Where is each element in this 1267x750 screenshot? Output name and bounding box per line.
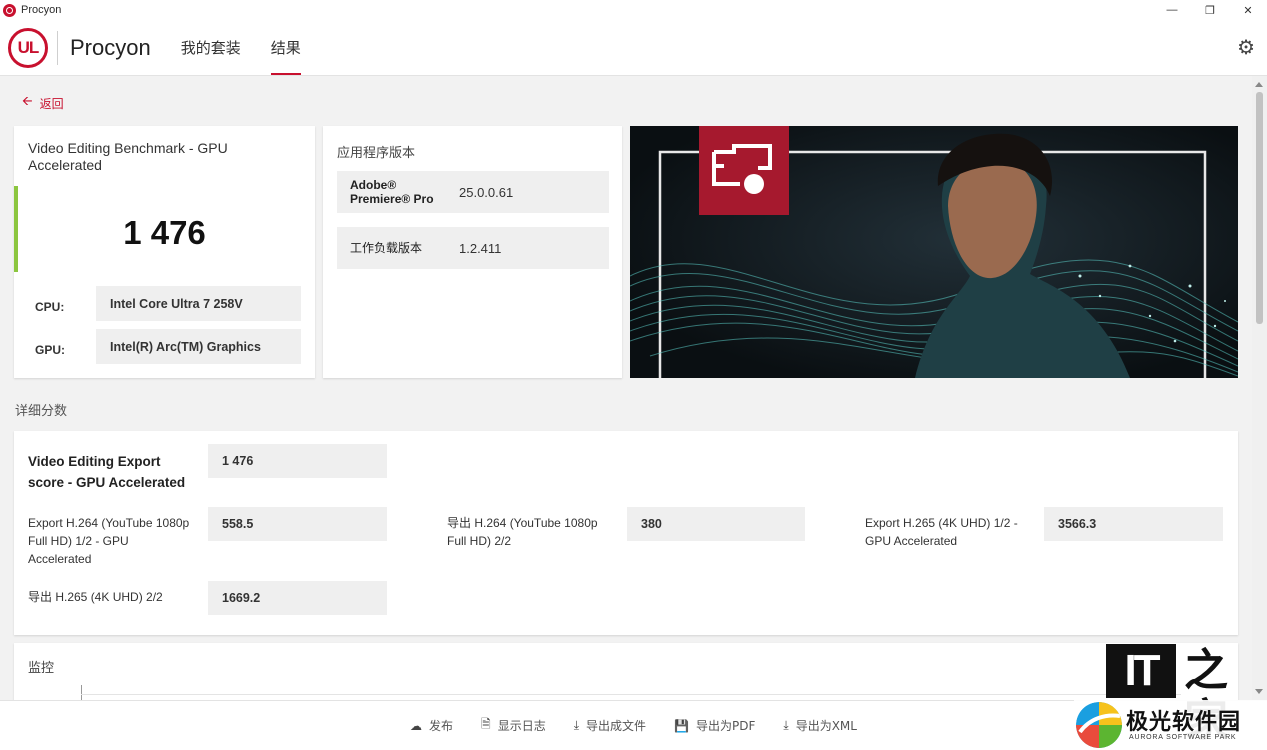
close-icon[interactable]: ✕ bbox=[1229, 0, 1267, 20]
show-log-button[interactable]: 🗎 显示日志 bbox=[481, 715, 546, 736]
export-xml-button[interactable]: ⤓ 导出为XML bbox=[783, 717, 857, 734]
cpu-label: CPU: bbox=[35, 300, 65, 314]
gpu-label: GPU: bbox=[35, 343, 65, 357]
benchmark-title: Video Editing Benchmark - GPU Accelerate… bbox=[28, 140, 228, 173]
version-row-value: 1.2.411 bbox=[459, 240, 502, 256]
logo-divider bbox=[57, 30, 58, 65]
export-xml-label: 导出为XML bbox=[795, 719, 857, 733]
back-link[interactable]: 🡨 返回 bbox=[22, 92, 64, 114]
app-version-title: 应用程序版本 bbox=[337, 146, 416, 161]
tab-my-suites[interactable]: 我的套装 bbox=[181, 20, 241, 76]
subscore-label: 导出 H.264 (YouTube 1080p Full HD) 2/2 bbox=[447, 516, 598, 548]
export-pdf-button[interactable]: 💾 导出为PDF bbox=[674, 717, 755, 734]
version-row-value: 25.0.0.61 bbox=[459, 184, 514, 200]
main-score-label: Video Editing Export score - GPU Acceler… bbox=[28, 454, 186, 490]
score-card: Video Editing Benchmark - GPU Accelerate… bbox=[14, 126, 315, 378]
back-label: 返回 bbox=[39, 96, 64, 111]
brand-name: Procyon bbox=[70, 34, 151, 60]
subscore-label: Export H.265 (4K UHD) 1/2 - GPU Accelera… bbox=[865, 516, 1018, 548]
arrow-left-icon: 🡨 bbox=[22, 94, 33, 109]
aurora-watermark-cn: 极光软件园 bbox=[1126, 710, 1242, 735]
export-file-label: 导出成文件 bbox=[586, 719, 647, 733]
vertical-scrollbar[interactable] bbox=[1252, 76, 1267, 700]
aurora-watermark: 极光软件园 AURORA SOFTWARE PARK bbox=[1074, 700, 1267, 750]
subscore-value: 558.5 bbox=[208, 507, 387, 541]
version-row-premiere: Adobe® Premiere® Pro 25.0.0.61 bbox=[337, 171, 609, 213]
download-icon: ⤓ bbox=[783, 718, 789, 732]
document-icon: 🗎 bbox=[481, 717, 491, 731]
subscore-label: 导出 H.265 (4K UHD) 2/2 bbox=[28, 590, 163, 604]
version-row-workload: 工作负载版本 1.2.411 bbox=[337, 227, 609, 269]
export-pdf-label: 导出为PDF bbox=[696, 719, 756, 733]
publish-label: 发布 bbox=[429, 719, 454, 733]
window-titlebar: Procyon — ❐ ✕ bbox=[0, 0, 1267, 20]
minimize-icon[interactable]: — bbox=[1153, 0, 1191, 20]
cloud-upload-icon: ☁ bbox=[410, 718, 423, 733]
gpu-value: Intel(R) Arc(TM) Graphics bbox=[96, 329, 301, 364]
detail-scores-title: 详细分数 bbox=[15, 404, 68, 419]
main-score-value: 1 476 bbox=[208, 444, 387, 478]
gear-icon[interactable]: ⚙ bbox=[1237, 35, 1255, 60]
monitoring-chart-gridline bbox=[81, 694, 1181, 695]
ithome-watermark: IT 之家 bbox=[1104, 644, 1246, 746]
aurora-watermark-en: AURORA SOFTWARE PARK bbox=[1129, 734, 1237, 741]
app-header: UL Procyon 我的套装 结果 ⚙ bbox=[0, 20, 1267, 76]
overall-score: 1 476 bbox=[123, 214, 206, 251]
app-version-card: 应用程序版本 Adobe® Premiere® Pro 25.0.0.61 工作… bbox=[323, 126, 622, 378]
scroll-up-icon[interactable] bbox=[1255, 82, 1263, 87]
save-icon: 💾 bbox=[674, 718, 689, 733]
cpu-value: Intel Core Ultra 7 258V bbox=[96, 286, 301, 321]
ithome-watermark-latin: IT bbox=[1106, 644, 1176, 698]
window-title: Procyon bbox=[21, 4, 62, 16]
subscore-value: 1669.2 bbox=[208, 581, 387, 615]
subscore-value: 380 bbox=[627, 507, 805, 541]
maximize-icon[interactable]: ❐ bbox=[1191, 0, 1229, 20]
procyon-app-icon bbox=[3, 3, 16, 17]
export-file-button[interactable]: ⤓ 导出成文件 bbox=[574, 717, 646, 734]
version-row-name: Adobe® Premiere® Pro bbox=[350, 178, 434, 206]
subscore-label: Export H.264 (YouTube 1080p Full HD) 1/2… bbox=[28, 516, 190, 566]
ul-logo-icon: UL bbox=[8, 27, 48, 68]
scrollbar-thumb[interactable] bbox=[1256, 92, 1263, 324]
tab-results[interactable]: 结果 bbox=[270, 20, 301, 76]
detail-scores-card: Video Editing Export score - GPU Acceler… bbox=[14, 431, 1238, 635]
aurora-logo-icon bbox=[1076, 702, 1122, 748]
benchmark-hero-image bbox=[630, 126, 1238, 378]
download-icon: ⤓ bbox=[573, 718, 580, 732]
publish-button[interactable]: ☁ 发布 bbox=[410, 717, 453, 734]
subscore-value: 3566.3 bbox=[1044, 507, 1223, 541]
version-row-name: 工作负载版本 bbox=[350, 241, 423, 255]
monitoring-title: 监控 bbox=[28, 661, 55, 676]
scroll-down-icon[interactable] bbox=[1255, 689, 1263, 694]
show-log-label: 显示日志 bbox=[497, 719, 546, 733]
